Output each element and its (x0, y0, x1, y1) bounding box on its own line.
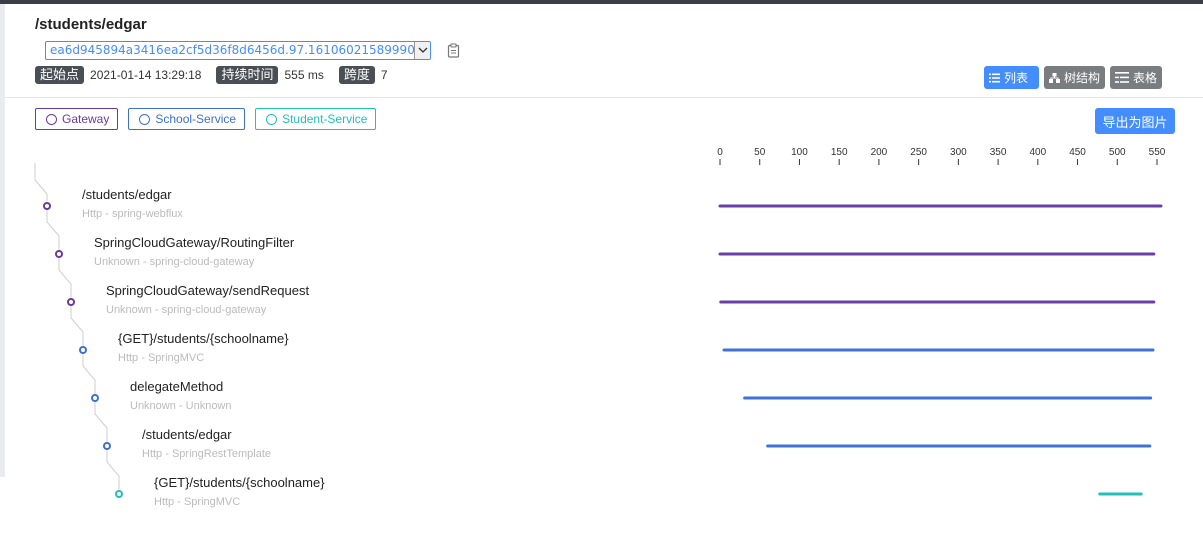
span-name[interactable]: /students/edgar (142, 427, 232, 442)
start-label: 起始点 (35, 66, 85, 84)
axis-tick-label: 400 (1029, 147, 1046, 158)
axis-tick-label: 250 (910, 147, 927, 158)
trace-id-value: ea6d945894a3416ea2cf5d36f8d6456d.97.1610… (50, 43, 431, 57)
span-node (43, 202, 51, 210)
list-view-button[interactable]: 列表 (984, 66, 1039, 89)
span-subtitle: Http - SpringMVC (118, 352, 205, 364)
span-subtitle: Http - SpringRestTemplate (142, 448, 271, 460)
axis-tick-label: 300 (950, 147, 967, 158)
chevron-down-icon[interactable] (414, 42, 430, 59)
duration-label: 持续时间 (216, 66, 279, 84)
list-view-label: 列表 (1004, 71, 1029, 85)
table-view-label: 表格 (1133, 71, 1158, 85)
span-node (115, 490, 123, 498)
tree-connector (46, 210, 60, 250)
export-image-button[interactable]: 导出为图片 (1095, 108, 1175, 134)
tree-connector (94, 402, 108, 442)
page-title: /students/edgar (35, 16, 147, 33)
header-divider (5, 97, 1203, 98)
legend-gateway[interactable]: Gateway (35, 108, 119, 130)
legend-student-service[interactable]: Student-Service (255, 108, 377, 130)
axis-tick-label: 550 (1149, 147, 1166, 158)
span-name[interactable]: SpringCloudGateway/sendRequest (106, 283, 309, 298)
copy-icon[interactable] (447, 43, 460, 58)
trace-id-select[interactable]: ea6d945894a3416ea2cf5d36f8d6456d.97.1610… (45, 41, 431, 60)
tree-connector (82, 354, 96, 394)
axis-tick-label: 200 (871, 147, 888, 158)
tree-view-button[interactable]: 树结构 (1044, 66, 1106, 89)
span-subtitle: Unknown - spring-cloud-gateway (106, 304, 267, 316)
span-name[interactable]: {GET}/students/{schoolname} (118, 331, 289, 346)
span-name[interactable]: delegateMethod (130, 379, 223, 394)
service-legend: Gateway School-Service Student-Service (35, 108, 377, 130)
tree-connector (106, 450, 120, 490)
circle-icon (46, 113, 57, 125)
trace-meta: 起始点 2021-01-14 13:29:18 持续时间 555 ms 跨度 7 (35, 65, 403, 85)
legend-gateway-label: Gateway (62, 112, 110, 126)
axis-tick-label: 350 (990, 147, 1007, 158)
span-node (103, 442, 111, 450)
view-switcher: 列表 树结构 表格 (984, 66, 1163, 89)
tree-connector (34, 163, 48, 201)
span-name[interactable]: /students/edgar (82, 187, 172, 202)
axis-tick-label: 500 (1109, 147, 1126, 158)
span-name[interactable]: SpringCloudGateway/RoutingFilter (94, 235, 294, 250)
span-node (79, 346, 87, 354)
trace-timeline: 0 50 100 150 200 250 300 350 400 450 500 550 (34, 147, 1166, 498)
span-name[interactable]: {GET}/students/{schoolname} (154, 475, 325, 490)
axis-tick-label: 50 (754, 147, 766, 158)
span-subtitle: Unknown - spring-cloud-gateway (94, 256, 255, 268)
legend-school-service[interactable]: School-Service (128, 108, 246, 130)
legend-student-service-label: Student-Service (282, 112, 368, 126)
list-icon (989, 73, 1000, 82)
span-subtitle: Unknown - Unknown (130, 400, 232, 412)
axis-tick-label: 150 (831, 147, 848, 158)
top-bar (0, 0, 1203, 4)
duration-value: 555 ms (284, 68, 324, 82)
tree-connector (70, 306, 84, 346)
span-subtitle: Http - spring-webflux (82, 208, 183, 220)
axis-tick-label: 0 (717, 147, 723, 158)
span-node (67, 298, 75, 306)
span-count-label: 跨度 (338, 66, 375, 84)
span-subtitle: Http - SpringMVC (154, 496, 241, 508)
start-value: 2021-01-14 13:29:18 (90, 68, 202, 82)
tree-connector (58, 258, 72, 298)
table-view-button[interactable]: 表格 (1110, 66, 1163, 89)
circle-icon (266, 113, 278, 125)
tree-view-label: 树结构 (1064, 71, 1101, 85)
circle-icon (139, 113, 151, 125)
table-icon (1115, 72, 1130, 83)
tree-icon (1049, 72, 1060, 83)
axis-tick-label: 100 (791, 147, 808, 158)
span-node (91, 394, 99, 402)
span-count-value: 7 (380, 68, 388, 82)
span-node (55, 250, 63, 258)
legend-school-service-label: School-Service (155, 112, 237, 126)
axis-tick-label: 450 (1069, 147, 1086, 158)
